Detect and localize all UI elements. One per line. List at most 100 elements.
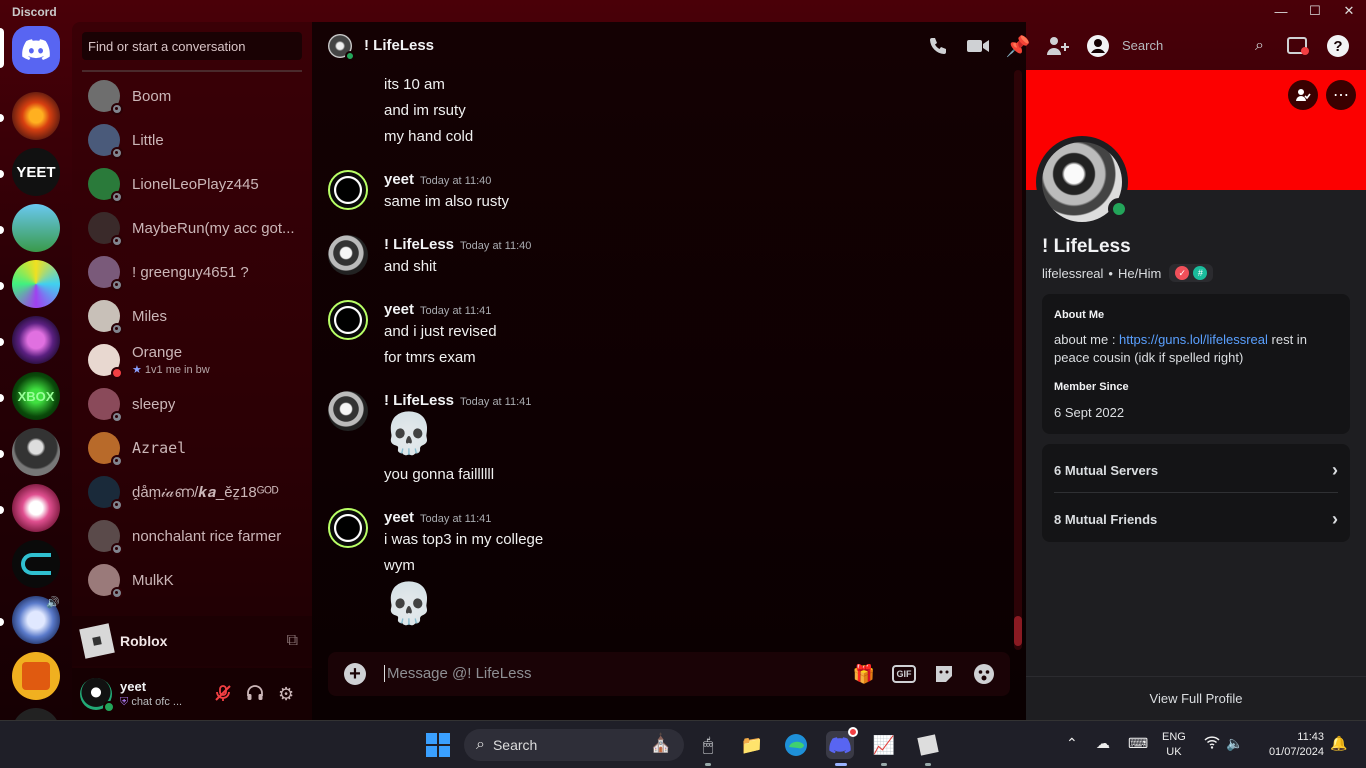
mute-mic-icon[interactable]: [214, 684, 232, 707]
dm-item[interactable]: LionelLeoPlayz445: [80, 162, 304, 206]
add-attachment-button[interactable]: +: [344, 663, 366, 685]
message-text: and shit: [384, 258, 437, 275]
screen-share-icon[interactable]: ⧉: [287, 632, 298, 650]
activity-panel[interactable]: Roblox ⧉: [72, 616, 312, 666]
server-icon-purple[interactable]: [12, 316, 60, 364]
taskbar-clock[interactable]: 11:43 01/07/2024: [1258, 730, 1324, 760]
user-profile-icon[interactable]: [1086, 34, 1110, 58]
dm-item[interactable]: ! greenguy4651 ?: [80, 250, 304, 294]
server-icon-kirby[interactable]: [12, 204, 60, 252]
user-avatar[interactable]: [80, 678, 115, 713]
tray-keyboard-icon[interactable]: ⌨: [1128, 735, 1148, 752]
message-header: yeet Today at 11:41: [384, 301, 491, 318]
message-author[interactable]: yeet: [384, 301, 414, 318]
dm-item[interactable]: MaybeRun(my acc got...: [80, 206, 304, 250]
user-custom-status-text: chat ofc ...: [131, 696, 183, 708]
server-rail: YEET XBOX 🔊: [0, 22, 72, 756]
add-friends-icon[interactable]: [1046, 34, 1070, 58]
mutual-servers-row[interactable]: 6 Mutual Servers ›: [1054, 448, 1338, 492]
unread-indicator: [0, 506, 4, 514]
unread-indicator: [0, 114, 4, 122]
maximize-button[interactable]: ☐: [1298, 0, 1332, 22]
server-icon-yellow[interactable]: [12, 652, 60, 700]
view-full-profile-button[interactable]: View Full Profile: [1026, 676, 1366, 720]
chat-header: ! LifeLess 📌 Search ⌕ ?: [312, 22, 1366, 70]
help-icon[interactable]: ?: [1326, 34, 1350, 58]
video-call-icon[interactable]: [966, 34, 990, 58]
discord-logo-icon: [22, 39, 50, 60]
chat-scrollbar[interactable]: [1014, 70, 1022, 650]
inbox-icon[interactable]: [1286, 34, 1310, 58]
server-icon-pink[interactable]: [12, 484, 60, 532]
taskbar-app-monitor-icon[interactable]: 📈: [870, 731, 898, 759]
user-info[interactable]: yeet ⛨ chat ofc ...: [120, 679, 182, 709]
message-input[interactable]: Message @! LifeLess: [384, 665, 531, 682]
message-avatar[interactable]: [328, 170, 368, 210]
taskbar-app-roblox-icon[interactable]: [914, 731, 942, 759]
close-button[interactable]: ✕: [1332, 0, 1366, 22]
minimize-button[interactable]: —: [1264, 0, 1298, 22]
header-search-input[interactable]: Search ⌕: [1122, 34, 1266, 58]
badge-heart-icon[interactable]: ✓: [1175, 266, 1190, 280]
dm-search-input[interactable]: Find or start a conversation: [82, 32, 302, 60]
badge-hashtag-icon[interactable]: #: [1193, 266, 1208, 280]
taskbar-app-discord-icon[interactable]: [826, 727, 858, 759]
tray-chevron-up-icon[interactable]: ⌃: [1066, 735, 1078, 752]
dm-item[interactable]: Orange ★ 1v1 me in bw: [80, 338, 304, 382]
notification-bell-icon[interactable]: 🔔: [1330, 735, 1347, 752]
server-icon-yeet[interactable]: YEET: [12, 148, 60, 196]
volume-icon[interactable]: 🔈: [1226, 735, 1243, 752]
dm-item[interactable]: Boom: [80, 74, 304, 118]
message-avatar[interactable]: [328, 300, 368, 340]
taskbar-search[interactable]: ⌕ Search ⛪: [464, 729, 684, 761]
roblox-logo-icon: [917, 734, 939, 756]
phone-svg: [930, 38, 946, 54]
clock-time: 11:43: [1297, 731, 1324, 743]
server-icon-emblem[interactable]: [12, 260, 60, 308]
taskbar-app-edge-icon[interactable]: [782, 731, 810, 759]
tray-cloud-icon[interactable]: ☁: [1096, 735, 1110, 752]
dm-item[interactable]: MulkK: [80, 558, 304, 602]
scrollbar-thumb[interactable]: [1014, 616, 1022, 646]
message-author[interactable]: ! LifeLess: [384, 236, 454, 253]
status-offline-icon: [111, 191, 123, 203]
about-link[interactable]: https://guns.lol/lifelessreal: [1119, 332, 1268, 347]
message-author[interactable]: yeet: [384, 171, 414, 188]
server-icon-fire[interactable]: [12, 92, 60, 140]
sticker-icon[interactable]: [932, 663, 956, 685]
gift-icon[interactable]: 🎁: [852, 663, 876, 685]
message-author[interactable]: ! LifeLess: [384, 392, 454, 409]
server-icon-voice[interactable]: 🔊: [12, 596, 60, 644]
dm-item[interactable]: Miles: [80, 294, 304, 338]
headphones-icon[interactable]: [246, 684, 264, 707]
windows-start-button[interactable]: [426, 733, 450, 757]
mutual-friends-row[interactable]: 8 Mutual Friends ›: [1054, 497, 1338, 541]
server-icon-ring[interactable]: [12, 540, 60, 588]
dm-item[interactable]: sleepy: [80, 382, 304, 426]
wifi-icon[interactable]: [1204, 735, 1220, 752]
dm-item[interactable]: nonchalant rice farmer: [80, 514, 304, 558]
message-avatar[interactable]: [328, 235, 368, 275]
discord-home-button[interactable]: [12, 26, 60, 74]
taskbar-app-mouse-icon[interactable]: 🖱: [694, 731, 722, 759]
language-indicator[interactable]: ENG UK: [1162, 730, 1186, 760]
more-options-button[interactable]: ⋯: [1326, 80, 1356, 110]
dm-item[interactable]: Little: [80, 118, 304, 162]
profile-avatar[interactable]: [1036, 136, 1130, 228]
voice-call-icon[interactable]: [926, 34, 950, 58]
gif-button[interactable]: GIF: [892, 665, 916, 683]
pin-icon[interactable]: 📌: [1006, 34, 1031, 58]
emoji-icon[interactable]: [972, 663, 996, 685]
chat-area: ! LifeLess 📌 Search ⌕ ? its 10 am and im…: [312, 22, 1349, 720]
server-icon-xbox[interactable]: XBOX: [12, 372, 60, 420]
settings-gear-icon[interactable]: ⚙: [278, 684, 294, 705]
dm-item[interactable]: Azrael: [80, 426, 304, 470]
message-avatar[interactable]: [328, 508, 368, 548]
message-avatar[interactable]: [328, 391, 368, 431]
avatar: [88, 212, 123, 247]
taskbar-app-folder-icon[interactable]: 📁: [738, 731, 766, 759]
dm-item[interactable]: ḓåṃ𝒾𝒶ണ/𝒌𝒂_ěẕ18ᴳᴼᴰ: [80, 470, 304, 514]
add-friend-button[interactable]: [1288, 80, 1318, 110]
server-icon-mask[interactable]: [12, 428, 60, 476]
message-author[interactable]: yeet: [384, 509, 414, 526]
